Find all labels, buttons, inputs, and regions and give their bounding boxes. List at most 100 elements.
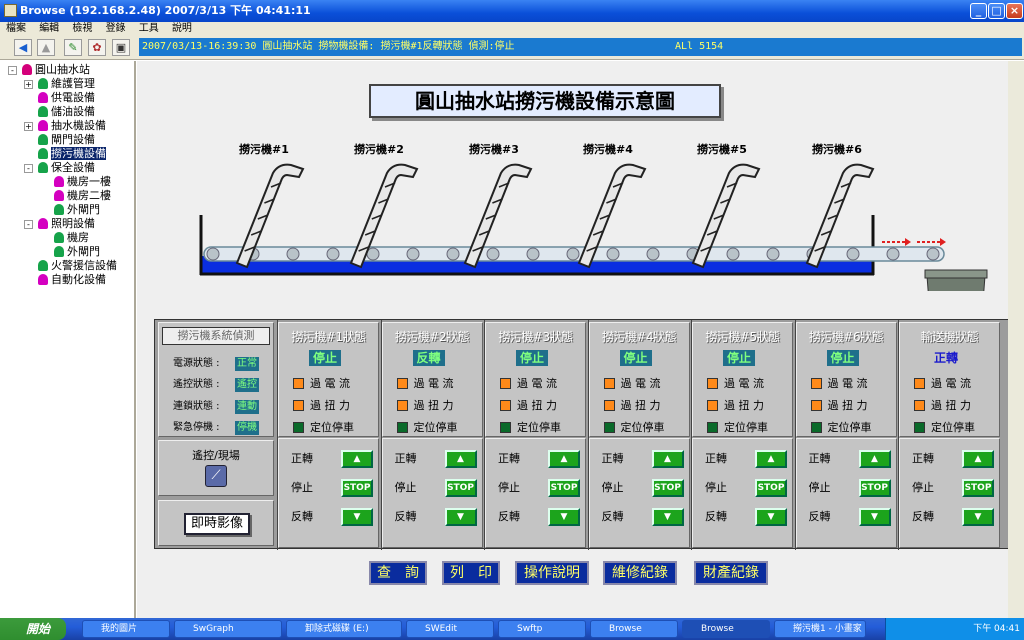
reverse-button[interactable]: ▼ <box>962 508 994 526</box>
reverse-button[interactable]: ▼ <box>444 508 477 526</box>
tree-item[interactable]: 外閘門 <box>54 245 100 259</box>
edit-icon[interactable]: ✎ <box>64 39 82 56</box>
menu-file[interactable]: 檔案 <box>6 23 26 34</box>
stop-button[interactable]: STOP <box>755 479 787 497</box>
close-button[interactable]: × <box>1006 3 1023 19</box>
tree-item[interactable]: + 抽水機設備 <box>24 119 106 133</box>
vertical-scrollbar[interactable] <box>1008 61 1024 618</box>
collapse-icon[interactable]: - <box>8 66 17 75</box>
status-lamp-label: 過 扭 力 <box>827 399 868 412</box>
machine-status-column: 撈污機#3狀態 停止 過 電 流 過 扭 力 定位停車 正轉 ▲ 停止 STOP… <box>484 320 586 550</box>
control-row: 正轉 ▲ <box>498 449 580 469</box>
taskbar-item[interactable]: 撈污機1 - 小畫家 <box>774 620 866 638</box>
forward-button[interactable]: ▲ <box>962 450 994 468</box>
forward-button[interactable]: ▲ <box>341 450 373 468</box>
back-arrow-icon[interactable]: ◀ <box>14 39 32 56</box>
waste-bin <box>924 269 988 291</box>
forward-button[interactable]: ▲ <box>444 450 477 468</box>
stop-button[interactable]: STOP <box>341 479 373 497</box>
operation-manual-button[interactable]: 操作說明 <box>515 561 589 585</box>
query-button[interactable]: 查 詢 <box>369 561 427 585</box>
minimize-button[interactable]: _ <box>970 3 987 19</box>
menu-login[interactable]: 登錄 <box>106 23 126 34</box>
status-lamp-icon <box>707 422 718 433</box>
selector-switch-icon[interactable]: ⟋ <box>205 465 227 487</box>
maintenance-record-button[interactable]: 維修紀錄 <box>603 561 677 585</box>
forward-button[interactable]: ▲ <box>651 450 684 468</box>
reverse-button[interactable]: ▼ <box>548 508 580 526</box>
live-video-box: 即時影像 <box>158 500 274 546</box>
menu-edit[interactable]: 編輯 <box>39 23 59 34</box>
tree-item[interactable]: 機房一樓 <box>54 175 111 189</box>
collapse-icon[interactable]: - <box>24 220 33 229</box>
reverse-button[interactable]: ▼ <box>858 508 891 526</box>
detection-value-emergency: 停機 <box>235 421 259 435</box>
window-icon[interactable]: ▣ <box>112 39 130 56</box>
status-lamp-row: 定位停車 <box>810 421 872 435</box>
conveyor-roller <box>406 247 420 261</box>
tree-item[interactable]: 撈污機設備 <box>38 147 106 161</box>
control-label: 正轉 <box>705 452 727 465</box>
taskbar-item[interactable]: SWEdit <box>406 620 494 638</box>
print-button[interactable]: 列 印 <box>442 561 500 585</box>
column-title: 撈污機#4狀態 <box>601 330 677 344</box>
tree-item[interactable]: 外閘門 <box>54 203 100 217</box>
status-lamp-row: 過 扭 力 <box>396 399 454 413</box>
taskbar-item[interactable]: Browse <box>682 620 770 638</box>
taskbar-item[interactable]: Browse <box>590 620 678 638</box>
control-buttons: 正轉 ▲ 停止 STOP 反轉 ▼ <box>899 438 1000 548</box>
status-lamp-icon <box>707 400 718 411</box>
tree-item[interactable]: - 保全設備 <box>24 161 95 175</box>
tree-item[interactable]: 火警援信設備 <box>38 259 117 273</box>
live-video-button[interactable]: 即時影像 <box>184 513 250 535</box>
taskbar-item[interactable]: 卸除式磁碟 (E:) <box>286 620 402 638</box>
status-lamp-label: 定位停車 <box>724 421 768 434</box>
run-state: 反轉 <box>412 350 445 366</box>
stop-button[interactable]: STOP <box>962 479 994 497</box>
tree-item[interactable]: 儲油設備 <box>38 105 95 119</box>
status-lamp-label: 定位停車 <box>310 421 354 434</box>
reverse-button[interactable]: ▼ <box>651 508 684 526</box>
tree-item[interactable]: - 照明設備 <box>24 217 95 231</box>
status-lamp-label: 定位停車 <box>413 421 458 434</box>
flow-arrows <box>882 238 946 246</box>
tree-item[interactable]: 機房二樓 <box>54 189 111 203</box>
expand-icon[interactable]: + <box>24 122 33 131</box>
status-lamp-label: 過 扭 力 <box>517 399 557 412</box>
tree-item[interactable]: 機房 <box>54 231 89 245</box>
gear-icon[interactable]: ✿ <box>88 39 106 56</box>
tree-item[interactable]: 供電設備 <box>38 91 95 105</box>
detection-label-interlock: 連鎖狀態 : <box>173 401 220 412</box>
tree-item[interactable]: - 圓山抽水站 <box>8 63 90 77</box>
control-row: 停止 STOP <box>395 478 477 498</box>
tree-item-label: 供電設備 <box>51 91 95 104</box>
taskbar-item[interactable]: 我的圖片 <box>82 620 170 638</box>
expand-icon[interactable]: + <box>24 80 33 89</box>
stop-button[interactable]: STOP <box>651 479 684 497</box>
start-button[interactable]: 開始 <box>0 618 66 640</box>
collapse-icon[interactable]: - <box>24 164 33 173</box>
stop-button[interactable]: STOP <box>444 479 477 497</box>
maximize-button[interactable]: □ <box>988 3 1005 19</box>
run-state: 停止 <box>826 350 859 366</box>
forward-button[interactable]: ▲ <box>548 450 580 468</box>
stop-button[interactable]: STOP <box>548 479 580 497</box>
reverse-button[interactable]: ▼ <box>755 508 787 526</box>
tree-item[interactable]: 自動化設備 <box>38 273 106 287</box>
property-record-button[interactable]: 財產紀錄 <box>694 561 768 585</box>
tree-item[interactable]: + 維護管理 <box>24 77 95 91</box>
taskbar-item[interactable]: Swftp <box>498 620 586 638</box>
forward-button[interactable]: ▲ <box>858 450 891 468</box>
stop-button[interactable]: STOP <box>858 479 891 497</box>
status-lamp-row: 過 扭 力 <box>293 399 350 413</box>
control-buttons: 正轉 ▲ 停止 STOP 反轉 ▼ <box>795 438 897 548</box>
taskbar-item[interactable]: SwGraph <box>174 620 282 638</box>
forward-button[interactable]: ▲ <box>755 450 787 468</box>
menu-help[interactable]: 說明 <box>172 23 192 34</box>
reverse-button[interactable]: ▼ <box>341 508 373 526</box>
menu-tools[interactable]: 工具 <box>139 23 159 34</box>
up-icon[interactable]: ▲ <box>37 39 55 56</box>
menu-view[interactable]: 檢視 <box>72 23 92 34</box>
run-state: 停止 <box>723 350 756 366</box>
tree-item[interactable]: 閘門設備 <box>38 133 95 147</box>
